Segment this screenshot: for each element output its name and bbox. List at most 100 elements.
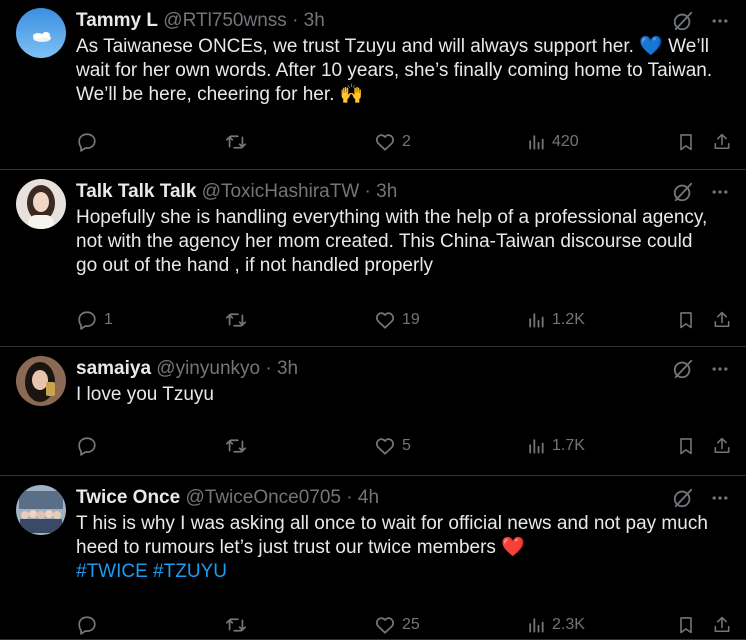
reply-count: 1 <box>104 311 113 328</box>
tweet[interactable]: Tammy L @RTl750wnss · 3h As Taiwanese ONC… <box>0 0 746 170</box>
views-count: 2.3K <box>552 616 585 633</box>
retweet-button[interactable] <box>224 308 254 332</box>
tweet-text-line: #TWICE #TZUYU <box>76 560 740 584</box>
views-button[interactable]: 420 <box>526 130 579 154</box>
views-icon <box>526 132 546 152</box>
tweet-header: samaiya @yinyunkyo · 3h <box>76 357 298 381</box>
retweet-button[interactable] <box>224 613 254 637</box>
share-icon <box>712 309 732 331</box>
display-name[interactable]: Twice Once <box>76 487 180 508</box>
tweet-top-actions <box>672 358 730 380</box>
tweet[interactable]: Twice Once @TwiceOnce0705 · 4h T his is w… <box>0 477 746 640</box>
text-run: Hopefully she is handling everything wit… <box>76 207 708 228</box>
views-count: 1.7K <box>552 437 585 454</box>
text-run: I love you Tzuyu <box>76 384 215 405</box>
retweet-button[interactable] <box>224 130 254 154</box>
reply-button[interactable]: 1 <box>76 308 113 332</box>
share-button[interactable] <box>712 130 732 154</box>
tweet[interactable]: samaiya @yinyunkyo · 3h I love you Tzuyu 5… <box>0 348 746 476</box>
username[interactable]: @RTl750wnss <box>163 10 286 31</box>
display-name[interactable]: Talk Talk Talk <box>76 181 196 202</box>
text-run: We’ll be here, cheering for her. <box>76 84 335 105</box>
like-button[interactable]: 5 <box>374 434 411 458</box>
like-count: 5 <box>402 437 411 454</box>
bookmark-button[interactable] <box>676 308 696 332</box>
tweet-text-line: wait for her own words. After 10 years, … <box>76 59 740 83</box>
avatar[interactable] <box>16 179 66 229</box>
share-icon <box>712 131 732 153</box>
like-button[interactable]: 2 <box>374 130 411 154</box>
bookmark-icon <box>676 131 696 153</box>
text-run: heed to rumours let’s just trust our twi… <box>76 537 496 558</box>
username[interactable]: @ToxicHashiraTW <box>202 181 360 202</box>
like-button[interactable]: 19 <box>374 308 420 332</box>
share-icon <box>712 435 732 457</box>
share-button[interactable] <box>712 308 732 332</box>
tweet[interactable]: Talk Talk Talk @ToxicHashiraTW · 3h Hopef… <box>0 171 746 347</box>
grok-icon[interactable] <box>672 181 694 203</box>
views-icon <box>526 615 546 635</box>
blue-heart-emoji: 💙 <box>639 36 663 57</box>
views-icon <box>526 436 546 456</box>
tweet-text: As Taiwanese ONCEs, we trust Tzuyu and w… <box>76 35 740 107</box>
reply-feed: Tammy L @RTl750wnss · 3h As Taiwanese ONC… <box>0 0 746 640</box>
username[interactable]: @TwiceOnce0705 <box>185 487 341 508</box>
share-button[interactable] <box>712 613 732 637</box>
more-icon[interactable] <box>710 488 730 508</box>
bookmark-button[interactable] <box>676 613 696 637</box>
share-icon <box>712 614 732 636</box>
avatar[interactable] <box>16 485 66 535</box>
grok-icon[interactable] <box>672 10 694 32</box>
text-run: wait for her own words. After 10 years, … <box>76 60 713 81</box>
bookmark-button[interactable] <box>676 434 696 458</box>
bookmark-button[interactable] <box>676 130 696 154</box>
avatar[interactable] <box>16 356 66 406</box>
views-icon <box>526 310 546 330</box>
like-icon <box>374 435 396 457</box>
grok-icon[interactable] <box>672 358 694 380</box>
more-icon[interactable] <box>710 182 730 202</box>
tweet-header: Talk Talk Talk @ToxicHashiraTW · 3h <box>76 180 397 204</box>
retweet-icon <box>224 435 248 457</box>
tweet-header: Tammy L @RTl750wnss · 3h <box>76 9 325 33</box>
more-icon[interactable] <box>710 11 730 31</box>
avatar[interactable] <box>16 8 66 58</box>
views-button[interactable]: 1.2K <box>526 308 585 332</box>
views-count: 1.2K <box>552 311 585 328</box>
retweet-icon <box>224 309 248 331</box>
reply-button[interactable] <box>76 613 104 637</box>
reply-icon <box>76 614 98 636</box>
username[interactable]: @yinyunkyo <box>156 358 260 379</box>
separator-dot: · <box>265 358 272 379</box>
display-name[interactable]: Tammy L <box>76 10 158 31</box>
timestamp[interactable]: 3h <box>376 181 397 202</box>
bookmark-icon <box>676 435 696 457</box>
share-button[interactable] <box>712 434 732 458</box>
tweet-text-line: I love you Tzuyu <box>76 383 740 407</box>
timestamp[interactable]: 4h <box>358 487 379 508</box>
reply-button[interactable] <box>76 434 104 458</box>
views-button[interactable]: 1.7K <box>526 434 585 458</box>
retweet-button[interactable] <box>224 434 254 458</box>
retweet-icon <box>224 614 248 636</box>
like-icon <box>374 309 396 331</box>
text-run: We’ll <box>668 36 709 57</box>
more-icon[interactable] <box>710 359 730 379</box>
views-button[interactable]: 2.3K <box>526 613 585 637</box>
tweet-header: Twice Once @TwiceOnce0705 · 4h <box>76 486 379 510</box>
tweet-top-actions <box>672 487 730 509</box>
tweet-top-actions <box>672 181 730 203</box>
grok-icon[interactable] <box>672 487 694 509</box>
like-count: 19 <box>402 311 420 328</box>
display-name[interactable]: samaiya <box>76 358 151 379</box>
reply-button[interactable] <box>76 130 104 154</box>
reply-icon <box>76 435 98 457</box>
like-button[interactable]: 25 <box>374 613 420 637</box>
red-heart-emoji: ❤️ <box>501 537 525 558</box>
views-count: 420 <box>552 133 579 150</box>
timestamp[interactable]: 3h <box>277 358 298 379</box>
raising-hands-emoji: 🙌 <box>339 84 364 105</box>
tweet-text: I love you Tzuyu <box>76 383 740 407</box>
hashtag-links[interactable]: #TWICE #TZUYU <box>76 561 227 582</box>
timestamp[interactable]: 3h <box>304 10 325 31</box>
